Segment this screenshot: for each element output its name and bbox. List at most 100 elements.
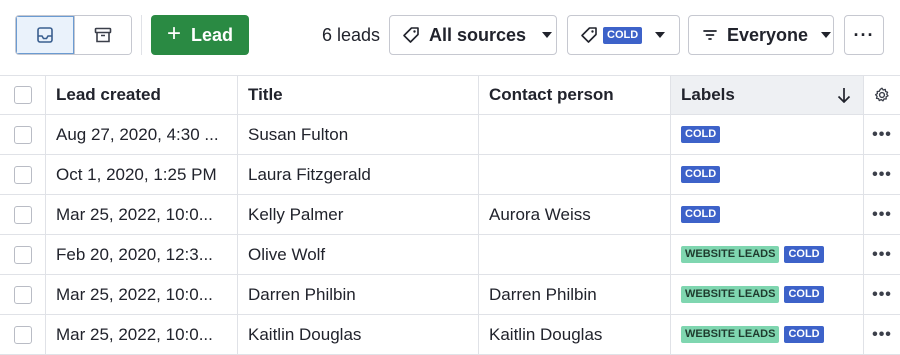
column-header-title[interactable]: Title [238,76,479,114]
row-actions-button[interactable]: ••• [864,315,900,354]
table-row[interactable]: Oct 1, 2020, 1:25 PM Laura Fitzgerald COLD… [0,155,900,195]
created-date: Mar 25, 2022, 10:0... [56,324,213,344]
created-date: Mar 25, 2022, 10:0... [56,284,213,304]
cold-badge: COLD [681,166,721,183]
row-checkbox[interactable] [13,205,32,224]
cell-title[interactable]: Laura Fitzgerald [238,155,479,194]
cell-created: Mar 25, 2022, 10:0... [46,195,238,234]
lead-count: 6 leads [322,25,381,45]
row-actions-button[interactable]: ••• [864,235,900,274]
cold-badge: COLD [681,126,721,143]
cell-title[interactable]: Susan Fulton [238,115,479,154]
column-header-labels[interactable]: Labels [671,76,864,114]
more-icon: ··· [853,24,875,45]
cold-badge: COLD [681,206,721,223]
cell-created: Mar 25, 2022, 10:0... [46,275,238,314]
row-checkbox[interactable] [13,245,32,264]
row-select-cell [0,235,46,274]
owner-dropdown-label: Everyone [727,24,809,45]
table-row[interactable]: Mar 25, 2022, 10:0... Kelly Palmer Aurora … [0,195,900,235]
tag-icon [581,27,597,43]
table-row[interactable]: Mar 25, 2022, 10:0... Kaitlin Douglas Kait… [0,315,900,355]
sources-dropdown[interactable]: All sources [389,15,557,55]
created-date: Oct 1, 2020, 1:25 PM [56,164,217,184]
select-all-checkbox[interactable] [13,86,32,104]
row-actions-button[interactable]: ••• [864,115,900,154]
cold-badge: COLD [603,26,643,44]
cold-badge: COLD [784,326,824,343]
more-icon: ••• [872,165,892,183]
cell-title[interactable]: Olive Wolf [238,235,479,274]
cell-title[interactable]: Kaitlin Douglas [238,315,479,354]
row-checkbox[interactable] [13,325,32,344]
cell-contact[interactable] [479,155,671,194]
cell-created: Aug 27, 2020, 4:30 ... [46,115,238,154]
cell-contact[interactable] [479,235,671,274]
table-header: Lead created Title Contact person Labels [0,75,900,115]
table-row[interactable]: Aug 27, 2020, 4:30 ... Susan Fulton COLD ••… [0,115,900,155]
more-options-button[interactable]: ··· [844,15,884,55]
row-select-cell [0,315,46,354]
row-select-cell [0,195,46,234]
table-row[interactable]: Mar 25, 2022, 10:0... Darren Philbin Darre… [0,275,900,315]
more-icon: ••• [872,125,892,143]
column-header-created[interactable]: Lead created [46,76,238,114]
cell-title[interactable]: Darren Philbin [238,275,479,314]
website-leads-badge: WEBSITE LEADS [681,286,780,303]
row-checkbox[interactable] [13,285,32,304]
chevron-down-icon [655,32,666,38]
row-checkbox[interactable] [13,165,32,184]
add-lead-button[interactable]: + Lead [151,15,249,55]
view-switcher [15,15,132,55]
chevron-down-icon [821,32,832,38]
inbox-icon [36,27,53,43]
created-date: Feb 20, 2020, 12:3... [56,244,213,264]
row-actions-button[interactable]: ••• [864,275,900,314]
row-select-cell [0,155,46,194]
column-header-contact[interactable]: Contact person [479,76,671,114]
more-icon: ••• [872,245,892,263]
more-icon: ••• [872,325,892,343]
created-date: Mar 25, 2022, 10:0... [56,204,213,224]
cell-contact[interactable]: Darren Philbin [479,275,671,314]
labels-dropdown[interactable]: COLD [567,15,680,55]
table-row[interactable]: Feb 20, 2020, 12:3... Olive Wolf WEBSITE L… [0,235,900,275]
cell-labels: WEBSITE LEADS COLD [671,235,864,274]
cell-contact[interactable]: Kaitlin Douglas [479,315,671,354]
row-actions-button[interactable]: ••• [864,155,900,194]
cell-title[interactable]: Kelly Palmer [238,195,479,234]
row-checkbox[interactable] [13,125,32,144]
select-all-cell [0,76,46,114]
row-actions-button[interactable]: ••• [864,195,900,234]
cell-created: Oct 1, 2020, 1:25 PM [46,155,238,194]
add-lead-label: Lead [191,24,234,45]
cell-contact[interactable] [479,115,671,154]
more-icon: ••• [872,285,892,303]
cell-labels: COLD [671,115,864,154]
archive-view-button[interactable] [73,16,131,54]
sources-dropdown-label: All sources [429,24,527,45]
created-date: Aug 27, 2020, 4:30 ... [56,124,219,144]
cell-labels: COLD [671,195,864,234]
row-select-cell [0,115,46,154]
chevron-down-icon [542,32,553,38]
gear-icon [874,87,889,102]
filter-icon [703,30,717,40]
more-icon: ••• [872,205,892,223]
cold-badge: COLD [784,246,824,263]
list-view-button[interactable] [16,16,74,54]
cell-created: Mar 25, 2022, 10:0... [46,315,238,354]
column-settings[interactable] [864,76,900,114]
arrow-down-icon [837,88,851,103]
owner-dropdown[interactable]: Everyone [688,15,834,55]
cell-labels: COLD [671,155,864,194]
cell-labels: WEBSITE LEADS COLD [671,315,864,354]
cold-badge: COLD [784,286,824,303]
website-leads-badge: WEBSITE LEADS [681,246,780,263]
cell-contact[interactable]: Aurora Weiss [479,195,671,234]
toolbar-divider [141,15,142,55]
tag-icon [403,27,419,43]
row-select-cell [0,275,46,314]
archive-icon [94,27,112,43]
toolbar: + Lead 6 leads All sources COLD Everyone… [0,0,900,72]
